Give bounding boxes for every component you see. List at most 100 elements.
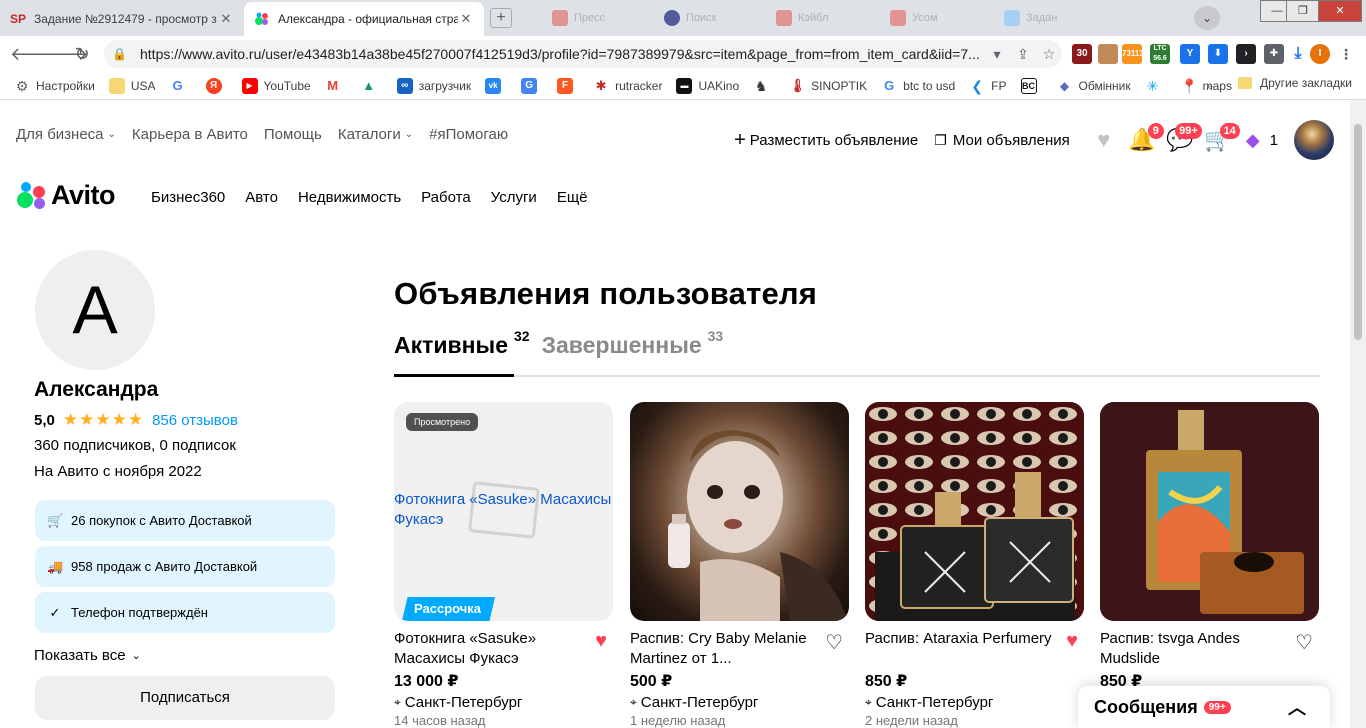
heart-icon[interactable]: ♥ [595,630,607,653]
bookmark-drive[interactable]: ▲ [360,77,383,94]
reload-icon[interactable]: ↻ [70,42,94,66]
maximize-button[interactable]: ❐ [1286,0,1320,22]
new-tab-button[interactable]: + [490,8,512,28]
dropdown-arrow-icon[interactable]: ▾ [984,46,1010,63]
bookmark-gmail[interactable]: M [324,77,347,94]
bookmark-translate[interactable]: G [521,77,543,94]
wallet-button[interactable]: ◆ 1 [1246,130,1278,151]
litecoin-extension-icon[interactable]: LTC 56.6 [1150,44,1170,64]
broken-image-alt[interactable]: Фотокнига «Sasuke» Масахисы Фукасэ [394,490,613,530]
bookmark-rutracker[interactable]: ✱ rutracker [593,77,662,94]
category-auto[interactable]: Авто [245,189,278,206]
bookmark-sinoptik[interactable]: 🌡 SINOPTIK [789,77,867,94]
listing-title[interactable]: Распив: tsvga Andes Mudslide [1100,629,1290,669]
close-icon[interactable]: ✕ [458,11,474,27]
bookmark-settings[interactable]: ⚙ Настройки [14,78,95,94]
nav-business[interactable]: Для бизнеса ⌄ [16,126,116,143]
bell-icon[interactable]: 🔔 9 [1124,123,1164,155]
bookmark-star-icon[interactable]: ☆ [1036,46,1062,63]
category-more[interactable]: Ещё [557,189,588,206]
url-text[interactable]: https://www.avito.ru/user/e43483b14a38be… [140,46,984,62]
listing-image[interactable] [865,402,1084,621]
messages-panel[interactable]: Сообщения 99+ ︿ [1078,686,1330,728]
bookmark-star[interactable]: ✳ [1144,77,1167,94]
lock-icon[interactable]: 🔒 [112,47,130,61]
bookmark-fp[interactable]: ❮ FP [969,77,1007,94]
avatar[interactable] [1294,120,1334,160]
favorites-heart-icon[interactable]: ♥ [1086,125,1122,155]
listing-image[interactable] [1100,402,1319,621]
extension-icon[interactable]: 30 [1072,44,1092,64]
bookmark-google[interactable]: G [169,77,192,94]
download-extension-icon[interactable]: ⬇ [1208,44,1228,64]
extension-icon[interactable]: › [1236,44,1256,64]
url-bar[interactable]: 🔒 https://www.avito.ru/user/e43483b14a38… [104,40,1062,68]
listing-card[interactable]: Распив: Cry Baby Melanie Martinez от 1..… [630,402,849,728]
heart-icon[interactable]: ♥ [1066,630,1078,653]
listing-card[interactable]: Просмотрено Фотокнига «Sasuke» Масахисы … [394,402,613,728]
bitcoin-extension-icon[interactable]: 73113 [1122,44,1144,64]
bookmark-vk[interactable]: vk [485,77,507,94]
share-icon[interactable]: ⇪ [1010,46,1036,63]
listing-card[interactable]: Распив: tsvga Andes Mudslide ♡ 850 ₽ [1100,402,1319,691]
browser-tab-avito[interactable]: Александра - официальная стран ✕ [244,2,484,36]
browser-tab-task[interactable]: SP Задание №2912479 - просмотр з ✕ [0,2,244,36]
listing-image[interactable] [630,402,849,621]
bookmark-bc[interactable]: BC [1020,77,1043,94]
nav-career[interactable]: Карьера в Авито [132,126,248,143]
bookmark-uakino[interactable]: ▬ UAKino [676,77,739,94]
reviews-link[interactable]: 856 отзывов [152,412,238,429]
extension-icon[interactable]: Y [1180,44,1200,64]
scrollbar-thumb[interactable] [1354,124,1362,340]
tab-search-chevron-icon[interactable]: ⌄ [1194,6,1220,30]
my-ads-button[interactable]: ❐ Мои объявления [934,132,1070,149]
show-all-button[interactable]: Показать все ⌄ [34,647,141,664]
listing-title[interactable]: Распив: Ataraxia Perfumery [865,629,1055,669]
bookmark-btc[interactable]: Gbtc to usd [881,77,955,94]
heart-outline-icon[interactable]: ♡ [825,630,843,655]
other-bookmarks[interactable]: Другие закладки [1238,76,1352,90]
messages-icon[interactable]: 💬 99+ [1162,123,1202,155]
bookmark-yandex[interactable]: Я [205,77,228,94]
bookmark-exchanger[interactable]: ◆ Обмінник [1056,77,1131,94]
bookmark-chess[interactable]: ♞ [753,77,775,94]
downloads-icon[interactable]: ⤓ [1288,44,1308,64]
category-services[interactable]: Услуги [491,189,537,206]
post-ad-button[interactable]: + Разместить объявление [734,129,918,152]
listing-title[interactable]: Распив: Cry Baby Melanie Martinez от 1..… [630,629,820,669]
back-arrow-icon[interactable]: 🡐 [10,42,58,66]
ghost-tab[interactable]: Усом [890,8,994,28]
subscribe-button[interactable]: Подписаться [35,676,335,720]
heart-outline-icon[interactable]: ♡ [1295,630,1313,655]
close-icon[interactable]: ✕ [218,11,234,27]
tab-completed[interactable]: Завершенные 33 [542,328,724,359]
profile-icon[interactable]: I [1310,44,1330,64]
bookmark-f[interactable]: F [557,77,579,94]
window-close-button[interactable]: ✕ [1318,0,1362,22]
extension-icon[interactable] [1098,44,1118,64]
avito-logo[interactable]: Avito [17,180,116,211]
page-scrollbar[interactable] [1350,100,1366,728]
bookmark-loader[interactable]: ∞ загрузчик [396,77,471,94]
puzzle-icon[interactable]: ✚ [1264,44,1284,64]
category-realty[interactable]: Недвижимость [298,189,401,206]
ghost-tab[interactable]: Поиск [664,8,768,28]
listing-card[interactable]: Распив: Ataraxia Perfumery ♥ 850 ₽ ⌖ Санк… [865,402,1084,728]
chevron-up-icon[interactable]: ︿ [1288,694,1306,720]
cart-icon[interactable]: 🛒 14 [1200,123,1240,155]
category-jobs[interactable]: Работа [421,189,471,206]
ghost-tab[interactable]: Задан [1004,8,1108,28]
category-business360[interactable]: Бизнес360 [151,189,225,206]
bookmark-youtube[interactable]: ▶ YouTube [241,77,311,94]
listing-title[interactable]: Фотокнига «Sasuke» Масахисы Фукасэ [394,629,584,669]
nav-help[interactable]: Помощь [264,126,322,143]
tab-active[interactable]: Активные 32 [394,328,530,359]
nav-catalogs[interactable]: Каталоги ⌄ [338,126,413,143]
ghost-tab[interactable]: Кэйбл [776,8,880,28]
forward-arrow-icon[interactable]: 🡒 [40,42,88,66]
ghost-tab[interactable]: Пресс [552,8,656,28]
nav-ya-pomogayu[interactable]: #яПомогаю [429,126,508,143]
bookmark-usa[interactable]: USA [108,77,156,94]
listing-image[interactable]: Просмотрено Фотокнига «Sasuke» Масахисы … [394,402,613,621]
more-bookmarks-button[interactable]: » [1206,78,1213,93]
